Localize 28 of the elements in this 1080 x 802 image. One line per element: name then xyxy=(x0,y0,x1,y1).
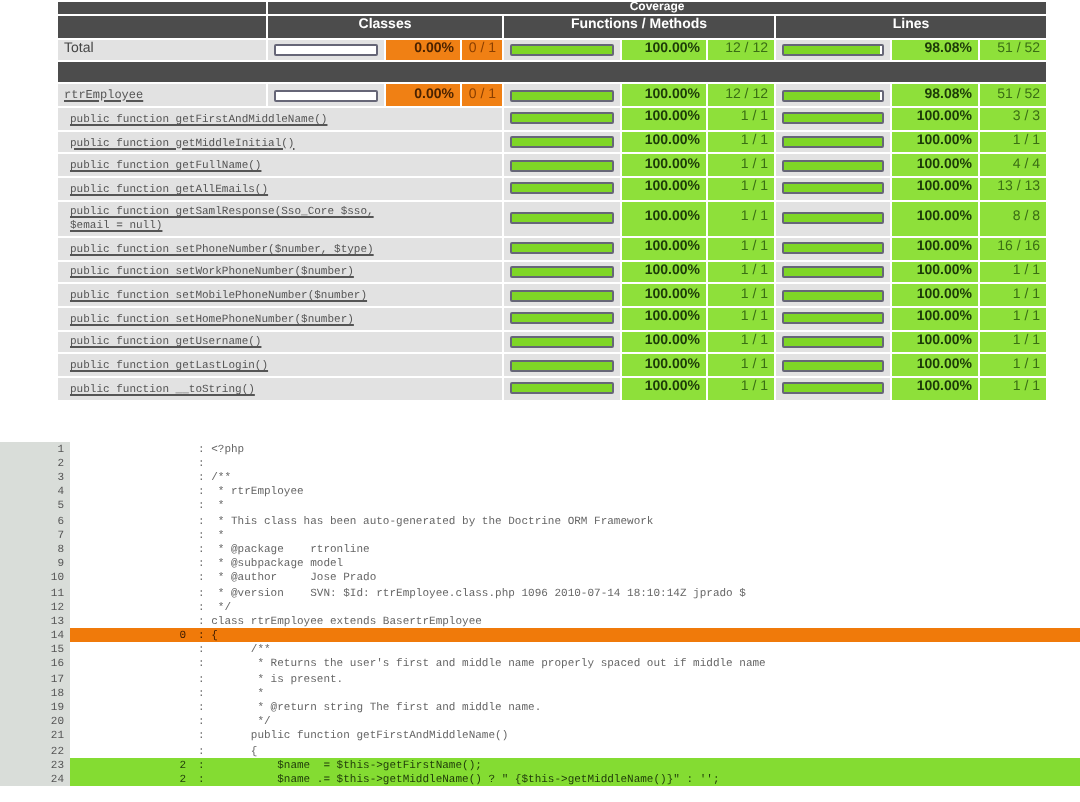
progress-bar xyxy=(782,359,884,372)
progress-bar xyxy=(782,136,884,149)
progress-bar xyxy=(510,89,614,102)
progress-bar xyxy=(782,289,884,302)
progress-bar xyxy=(510,182,614,195)
progress-bar xyxy=(510,44,614,57)
progress-bar xyxy=(510,289,614,302)
progress-bar xyxy=(782,265,884,278)
progress-bar xyxy=(510,159,614,172)
progress-bar xyxy=(782,44,884,57)
progress-bar xyxy=(510,382,614,395)
progress-bar xyxy=(510,242,614,255)
progress-bar xyxy=(510,312,614,325)
progress-bar xyxy=(782,112,884,125)
progress-bar xyxy=(510,359,614,372)
progress-bar xyxy=(782,182,884,195)
progress-bar xyxy=(782,89,884,102)
progress-bar xyxy=(510,136,614,149)
progress-bar xyxy=(782,242,884,255)
progress-bar xyxy=(782,159,884,172)
progress-bar xyxy=(510,335,614,348)
progress-bar xyxy=(510,112,614,125)
progress-bar xyxy=(510,265,614,278)
progress-bar xyxy=(782,382,884,395)
progress-bar xyxy=(782,212,884,225)
progress-bar xyxy=(510,212,614,225)
progress-bar xyxy=(782,335,884,348)
progress-bar xyxy=(782,312,884,325)
